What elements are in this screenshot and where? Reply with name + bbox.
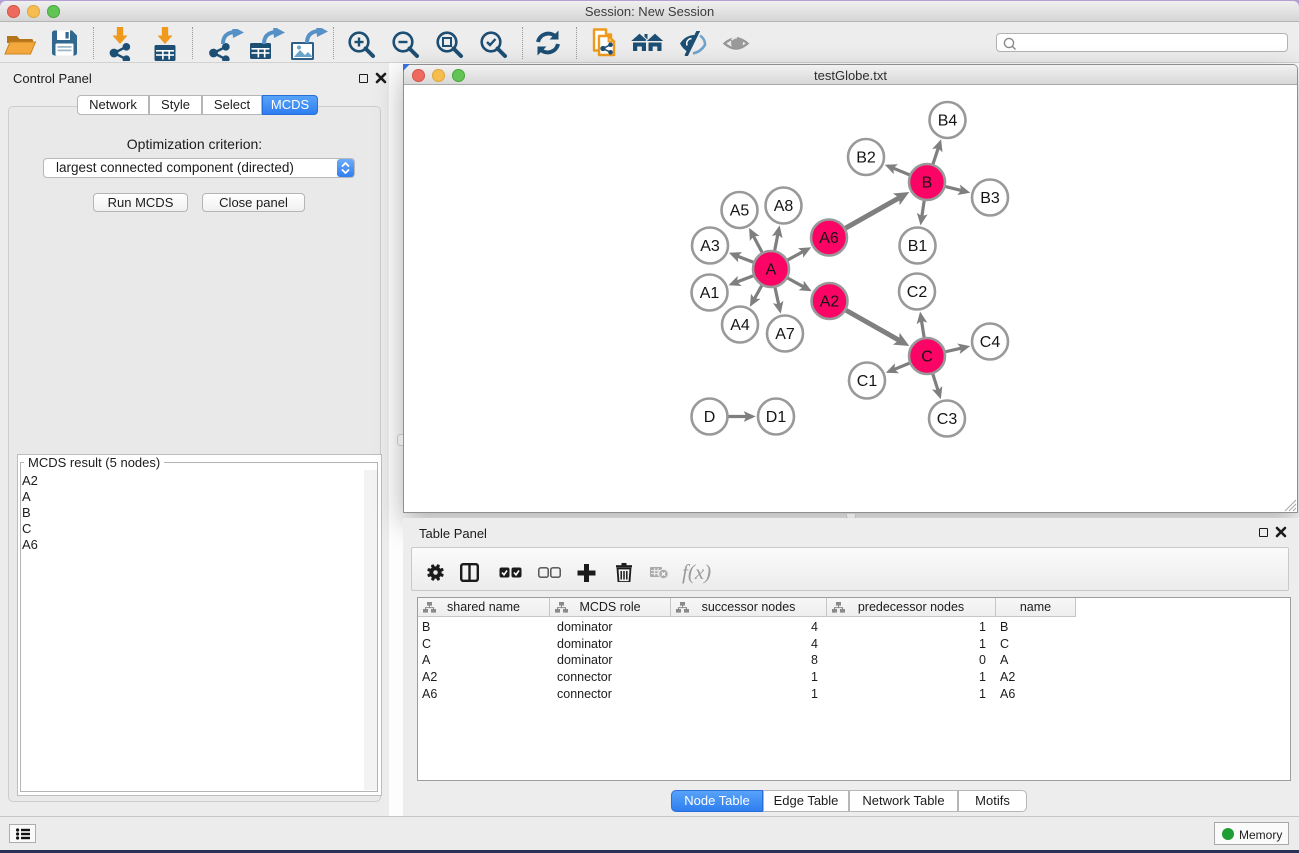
svg-text:A4: A4 — [730, 317, 750, 334]
svg-text:A: A — [766, 262, 777, 279]
svg-text:C2: C2 — [907, 284, 928, 301]
svg-text:C3: C3 — [937, 411, 958, 428]
svg-text:C1: C1 — [857, 373, 878, 390]
svg-text:A2: A2 — [820, 294, 840, 311]
svg-text:B3: B3 — [980, 190, 1000, 207]
svg-text:B1: B1 — [908, 238, 928, 255]
svg-text:B: B — [922, 175, 933, 192]
svg-text:D: D — [704, 409, 716, 426]
svg-text:C4: C4 — [980, 334, 1001, 351]
svg-text:C: C — [921, 349, 933, 366]
svg-text:A3: A3 — [700, 238, 720, 255]
svg-text:D1: D1 — [766, 409, 787, 426]
svg-text:A8: A8 — [774, 198, 794, 215]
svg-text:A5: A5 — [730, 203, 750, 220]
svg-text:B2: B2 — [856, 150, 876, 167]
svg-text:A7: A7 — [775, 326, 795, 343]
svg-text:B4: B4 — [938, 113, 958, 130]
svg-text:A6: A6 — [819, 230, 839, 247]
svg-text:A1: A1 — [700, 285, 720, 302]
